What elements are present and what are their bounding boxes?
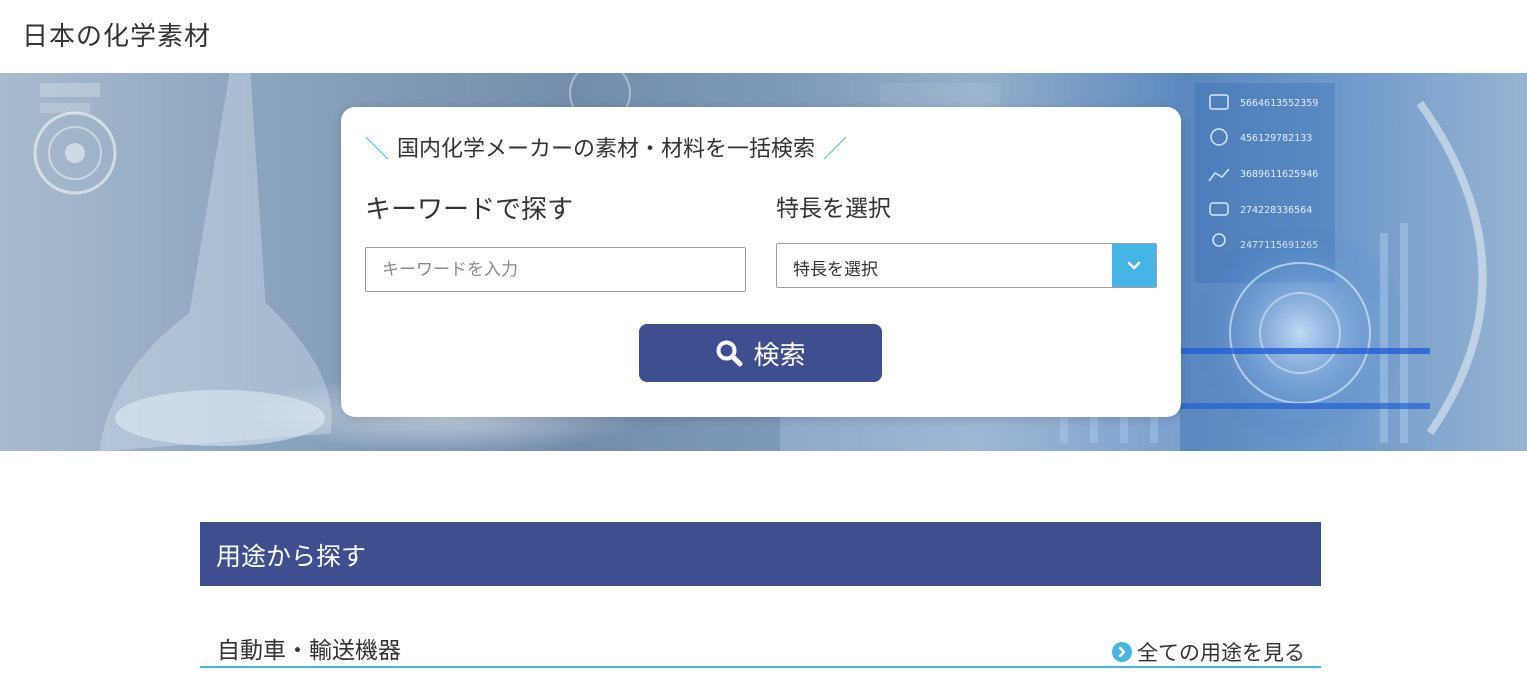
search-panel: ＼ 国内化学メーカーの素材・材料を一括検索 ／ キーワードで探す 特長を選択 特… [341, 107, 1181, 417]
hero-data-text: 5664613552359 [1240, 98, 1318, 109]
site-header: 日本の化学素材 [0, 0, 1527, 73]
hero-data-text: 274228336564 [1240, 205, 1312, 216]
hero-data-text: 3689611625946 [1240, 169, 1318, 180]
feature-select-value: 特長を選択 [793, 260, 878, 280]
search-button[interactable]: 検索 [639, 324, 882, 382]
chevron-down-icon [1127, 261, 1141, 269]
usage-section-title: 用途から探す [216, 542, 367, 571]
site-title[interactable]: 日本の化学素材 [22, 16, 211, 53]
usage-section-header: 用途から探す [200, 522, 1321, 586]
feature-select-label: 特長を選択 [776, 196, 891, 222]
feature-select-dropdown-button[interactable] [1112, 244, 1156, 287]
usage-category-title: 自動車・輸送機器 [217, 638, 401, 664]
keyword-search-label: キーワードで探す [365, 195, 574, 225]
see-all-usages-label: 全ての用途を見る [1137, 641, 1305, 665]
see-all-usages-link[interactable]: 全ての用途を見る [1112, 637, 1305, 667]
search-panel-heading: ＼ 国内化学メーカーの素材・材料を一括検索 ／ [365, 129, 855, 164]
feature-select[interactable]: 特長を選択 [776, 243, 1157, 288]
slash-decoration-right: ／ [823, 135, 848, 163]
search-button-label: 検索 [753, 340, 806, 371]
usage-category-row: 自動車・輸送機器 全ての用途を見る [200, 620, 1321, 668]
search-icon [716, 340, 743, 367]
hero-data-text: 456129782133 [1240, 133, 1312, 144]
search-panel-heading-text: 国内化学メーカーの素材・材料を一括検索 [397, 136, 816, 162]
keyword-input[interactable] [365, 247, 746, 292]
chevron-right-circle-icon [1112, 642, 1132, 662]
slash-decoration-left: ＼ [365, 135, 389, 163]
